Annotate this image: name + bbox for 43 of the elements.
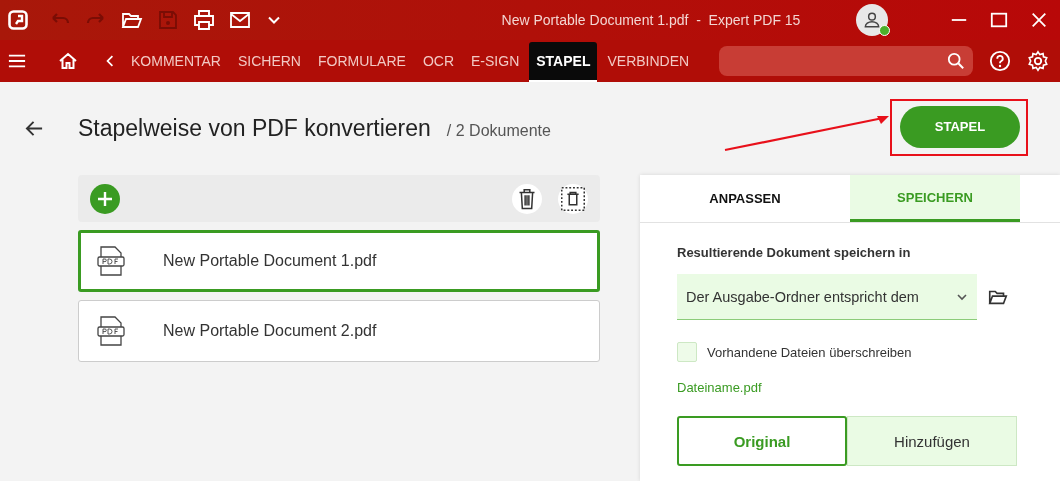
menu-icon[interactable] [8,52,26,70]
ribbon-tab[interactable]: FORMULARE [311,40,413,82]
ribbon-tab[interactable]: E-SIGN [464,40,527,82]
filename-link[interactable]: Dateiname.pdf [677,380,762,395]
checkbox-label: Vorhandene Dateien überschreiben [707,344,912,360]
delete-selected-icon[interactable] [558,183,588,214]
document-row[interactable]: New Portable Document 2.pdf [78,300,600,362]
save-location-label: Resultierende Dokument speichern in [677,245,912,260]
close-icon[interactable] [1030,11,1048,29]
maximize-icon[interactable] [990,11,1008,29]
search-field[interactable] [719,46,974,76]
trash-icon[interactable] [512,183,542,214]
print-icon[interactable] [192,8,216,32]
search-icon[interactable] [947,52,966,70]
panel-tab[interactable]: ANPASSEN [640,175,850,222]
user-avatar[interactable] [856,4,888,36]
ribbon-tab[interactable]: KOMMENTAR [124,40,228,82]
ribbon-tab[interactable]: VERBINDEN [600,40,697,82]
back-arrow-icon[interactable] [25,119,44,138]
settings-icon[interactable] [1027,50,1050,72]
app-logo-icon[interactable] [8,9,28,31]
document-name: New Portable Document 1.pdf [163,252,377,270]
folder-dropdown[interactable]: Der Ausgabe-Ordner entspricht dem [677,274,977,320]
status-dot [879,25,890,36]
document-name: New Portable Document 2.pdf [163,322,377,340]
batch-button[interactable]: STAPEL [900,105,1020,148]
checkbox[interactable] [677,342,697,362]
document-row[interactable]: New Portable Document 1.pdf [78,230,600,292]
page-title: Stapelweise von PDF konvertieren [78,115,431,142]
home-icon[interactable] [58,51,78,71]
segment-button[interactable]: Hinzufügen [847,416,1017,466]
window-title: New Portable Document 1.pdf - Expert PDF 15 [500,12,802,28]
pdf-file-icon [97,316,125,346]
help-icon[interactable] [989,50,1012,72]
pdf-file-icon [97,246,125,276]
panel-tab[interactable]: SPEICHERN [850,175,1020,222]
ribbon-tab[interactable]: STAPEL [529,42,598,82]
ribbon-tab[interactable]: OCR [415,40,461,82]
user-icon [862,10,882,30]
segment-button[interactable]: Original [677,416,847,466]
document-count: / 2 Dokumente [446,121,551,140]
add-icon[interactable] [90,183,120,214]
ribbon-tab[interactable]: SICHERN [230,40,308,82]
